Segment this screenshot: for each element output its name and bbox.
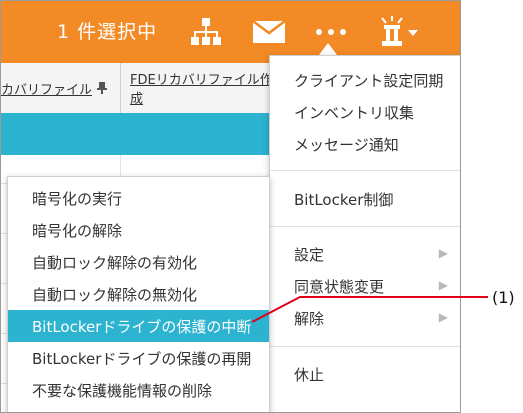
callout-label: (1) xyxy=(492,288,515,307)
callout-leader-line xyxy=(251,296,488,323)
